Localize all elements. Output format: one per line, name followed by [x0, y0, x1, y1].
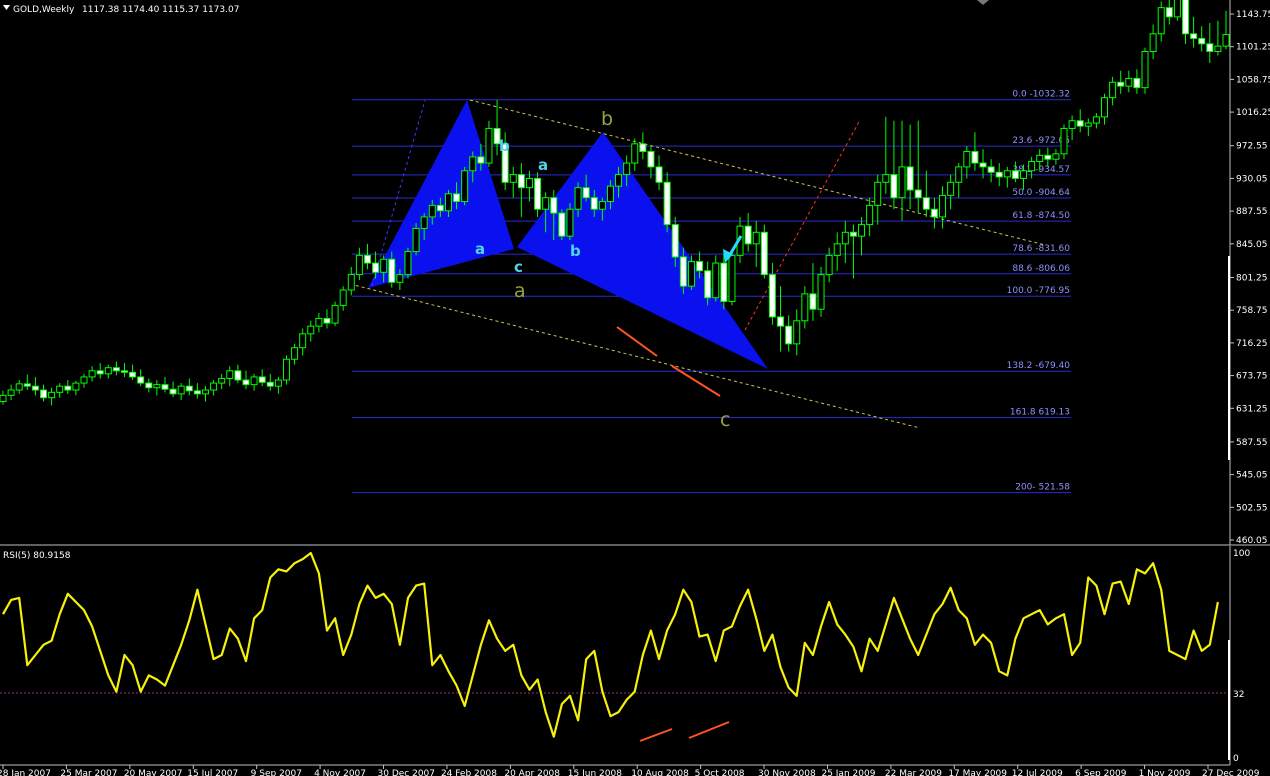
- time-tick-label: 28 Jan 2007: [0, 769, 51, 776]
- time-tick-label: 22 Mar 2009: [885, 769, 942, 776]
- pattern-label-a-1: a: [475, 240, 485, 258]
- price-tick-label: 587.55: [1236, 438, 1268, 448]
- price-tick-label: 845.05: [1236, 240, 1268, 250]
- time-tick-label: 15 Jun 2008: [568, 769, 622, 776]
- candle: [817, 266, 825, 317]
- fib-level-label: 61.8 -874.50: [1012, 211, 1070, 221]
- time-tick-label: 10 Aug 2008: [631, 769, 689, 776]
- candle: [404, 247, 412, 279]
- price-tick-label: 716.25: [1236, 339, 1268, 349]
- candle: [461, 166, 469, 206]
- fib-level-label: 200- 521.58: [1015, 483, 1070, 493]
- candle: [760, 224, 768, 279]
- pattern-label-c-1: c: [514, 258, 523, 276]
- price-tick-label: 1016.25: [1236, 108, 1270, 118]
- ohlc-values: 1117.38 1174.40 1115.37 1173.07: [82, 5, 239, 15]
- price-tick-label: 758.75: [1236, 306, 1268, 316]
- price-tick-label: 930.05: [1236, 174, 1268, 184]
- time-tick-label: 17 May 2009: [948, 769, 1007, 776]
- time-tick-label: 1 Nov 2009: [1139, 769, 1191, 776]
- time-tick-label: 20 Apr 2008: [504, 769, 560, 776]
- price-tick-label: 887.55: [1236, 207, 1268, 217]
- time-tick-label: 27 Dec 2009: [1202, 769, 1260, 776]
- candle: [331, 301, 339, 327]
- pattern-label-b-2: b: [570, 242, 581, 260]
- pattern-label-b-big: b: [601, 108, 613, 130]
- chart-area: 0.0 -1032.3223.6 -972.0538.2 -934.5750.0…: [0, 0, 1270, 776]
- time-tick-label: 15 Jul 2007: [187, 769, 238, 776]
- price-tick-label: 1058.75: [1236, 75, 1270, 85]
- price-tick-label: 801.25: [1236, 274, 1268, 284]
- price-tick-label: 1101.25: [1236, 43, 1270, 53]
- time-tick-label: 5 Oct 2008: [695, 769, 745, 776]
- fib-level-label: 50.0 -904.64: [1012, 188, 1070, 198]
- pattern-label-a-2: a: [538, 156, 548, 174]
- fib-level-label: 88.6 -806.06: [1012, 264, 1070, 274]
- price-tick-label: 673.75: [1236, 372, 1268, 382]
- time-tick-label: 12 Jul 2009: [1012, 769, 1063, 776]
- price-tick-label: 972.55: [1236, 142, 1268, 152]
- fib-level-label: 138.2 -679.40: [1007, 361, 1071, 371]
- time-tick-label: 6 Sep 2009: [1075, 769, 1127, 776]
- rsi-label: RSI(5) 80.9158: [3, 551, 71, 561]
- candle: [282, 355, 290, 385]
- rsi-tick-100: 100: [1233, 549, 1250, 559]
- candle: [1141, 47, 1149, 94]
- time-tick-label: 30 Nov 2008: [758, 769, 816, 776]
- fib-level-label: 78.6 -831.60: [1012, 244, 1070, 254]
- time-tick-label: 9 Sep 2007: [251, 769, 302, 776]
- time-tick-label: 25 Mar 2007: [60, 769, 117, 776]
- fib-level-label: 100.0 -776.95: [1007, 286, 1070, 296]
- pattern-label-b-1: b: [499, 137, 510, 155]
- price-tick-label: 1143.75: [1236, 10, 1270, 20]
- time-tick-label: 20 May 2007: [124, 769, 183, 776]
- time-tick-label: 4 Nov 2007: [314, 769, 366, 776]
- pattern-label-c-big: c: [720, 409, 730, 431]
- time-tick-label: 30 Dec 2007: [378, 769, 436, 776]
- symbol-label: GOLD,Weekly: [13, 5, 75, 15]
- time-tick-label: 25 Jan 2009: [821, 769, 875, 776]
- price-tick-label: 631.25: [1236, 404, 1268, 414]
- fib-level-label: 161.8 619.13: [1010, 408, 1070, 418]
- fib-level-label: 0.0 -1032.32: [1012, 90, 1070, 100]
- rsi-tick-32: 32: [1233, 690, 1244, 700]
- rsi-tick-0: 0: [1233, 754, 1239, 764]
- pattern-label-a-big: a: [514, 280, 526, 302]
- candle: [558, 209, 566, 240]
- candle: [1060, 124, 1068, 160]
- price-tick-label: 502.55: [1236, 503, 1268, 513]
- time-tick-label: 24 Feb 2008: [441, 769, 497, 776]
- price-tick-label: 545.05: [1236, 471, 1268, 481]
